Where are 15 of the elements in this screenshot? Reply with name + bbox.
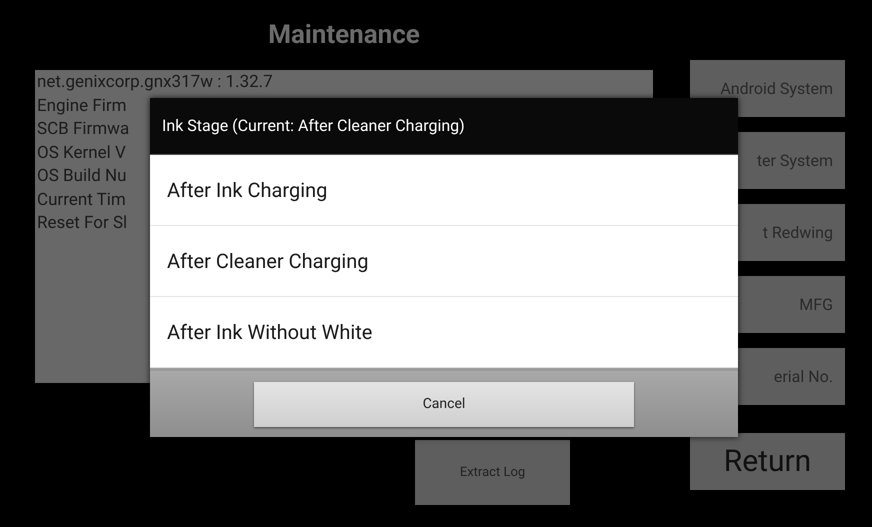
option-item[interactable]: After Cleaner Charging [150,226,738,297]
option-item[interactable]: After Ink Without White [150,297,738,368]
return-button[interactable]: Return [690,433,845,490]
info-line: net.genixcorp.gnx317w : 1.32.7 [37,71,273,94]
page-title: Maintenance [268,18,420,52]
info-line: Reset For Sl [37,212,128,235]
info-line: OS Build Nu [37,165,127,188]
extract-log-button[interactable]: Extract Log [415,440,570,505]
info-line: Engine Firm [37,94,127,118]
cancel-button[interactable]: Cancel [254,382,634,426]
info-line: Current Tim [37,188,126,212]
info-line: OS Kernel V [37,142,126,164]
dialog-title: Ink Stage (Current: After Cleaner Charging) [162,115,465,137]
option-item[interactable]: After Ink Charging [150,155,738,226]
info-line: SCB Firmwa [37,118,130,141]
